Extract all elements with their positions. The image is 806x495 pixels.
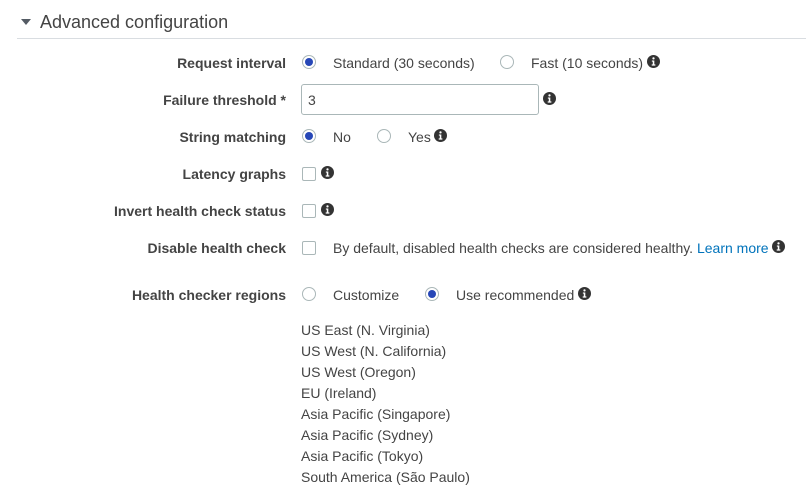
string-matching-label: String matching [179, 129, 286, 145]
radio-use-recommended-regions-label[interactable]: Use recommended [456, 287, 574, 303]
invert-health-check-label: Invert health check status [114, 203, 286, 219]
region-list-item: US East (N. Virginia) [301, 322, 430, 338]
info-circle-icon[interactable] [543, 92, 556, 105]
latency-graphs-checkbox[interactable] [302, 167, 316, 181]
region-list-item: Asia Pacific (Singapore) [301, 406, 451, 422]
radio-string-matching-yes[interactable] [377, 129, 391, 143]
disable-health-check-text: By default, disabled health checks are c… [333, 240, 694, 256]
region-list-item: South America (São Paulo) [301, 469, 470, 485]
region-list-item: US West (Oregon) [301, 364, 416, 380]
learn-more-link[interactable]: Learn more [697, 240, 769, 256]
radio-fast-interval-label[interactable]: Fast (10 seconds) [531, 55, 643, 71]
disable-health-check-label: Disable health check [147, 240, 286, 256]
failure-threshold-label: Failure threshold * [163, 92, 286, 108]
region-list-item: Asia Pacific (Sydney) [301, 427, 434, 443]
advanced-configuration-header[interactable]: Advanced configuration [17, 0, 806, 39]
radio-use-recommended-regions[interactable] [425, 287, 439, 301]
region-list-item: Asia Pacific (Tokyo) [301, 448, 424, 464]
radio-customize-regions-label[interactable]: Customize [333, 287, 399, 303]
info-circle-icon[interactable] [434, 129, 447, 142]
radio-customize-regions[interactable] [302, 287, 316, 301]
radio-standard-interval-label[interactable]: Standard (30 seconds) [333, 55, 475, 71]
radio-fast-interval[interactable] [500, 55, 514, 69]
radio-string-matching-no-label[interactable]: No [333, 129, 351, 145]
invert-health-check-checkbox[interactable] [302, 204, 316, 218]
info-circle-icon[interactable] [321, 166, 334, 179]
info-circle-icon[interactable] [321, 203, 334, 216]
caret-down-icon[interactable] [21, 19, 31, 25]
radio-string-matching-yes-label[interactable]: Yes [408, 129, 431, 145]
request-interval-label: Request interval [177, 55, 286, 71]
info-circle-icon[interactable] [647, 55, 660, 68]
disable-health-check-description: By default, disabled health checks are c… [333, 240, 769, 256]
health-checker-regions-label: Health checker regions [131, 287, 286, 303]
region-list-item: US West (N. California) [301, 343, 447, 359]
failure-threshold-input[interactable] [301, 84, 539, 115]
info-circle-icon[interactable] [772, 240, 785, 253]
disable-health-check-checkbox[interactable] [302, 241, 316, 255]
region-list-item: EU (Ireland) [301, 385, 377, 401]
radio-standard-interval[interactable] [302, 55, 316, 69]
info-circle-icon[interactable] [578, 287, 591, 300]
latency-graphs-label: Latency graphs [182, 166, 286, 182]
section-title[interactable]: Advanced configuration [40, 12, 228, 32]
radio-string-matching-no[interactable] [302, 129, 316, 143]
